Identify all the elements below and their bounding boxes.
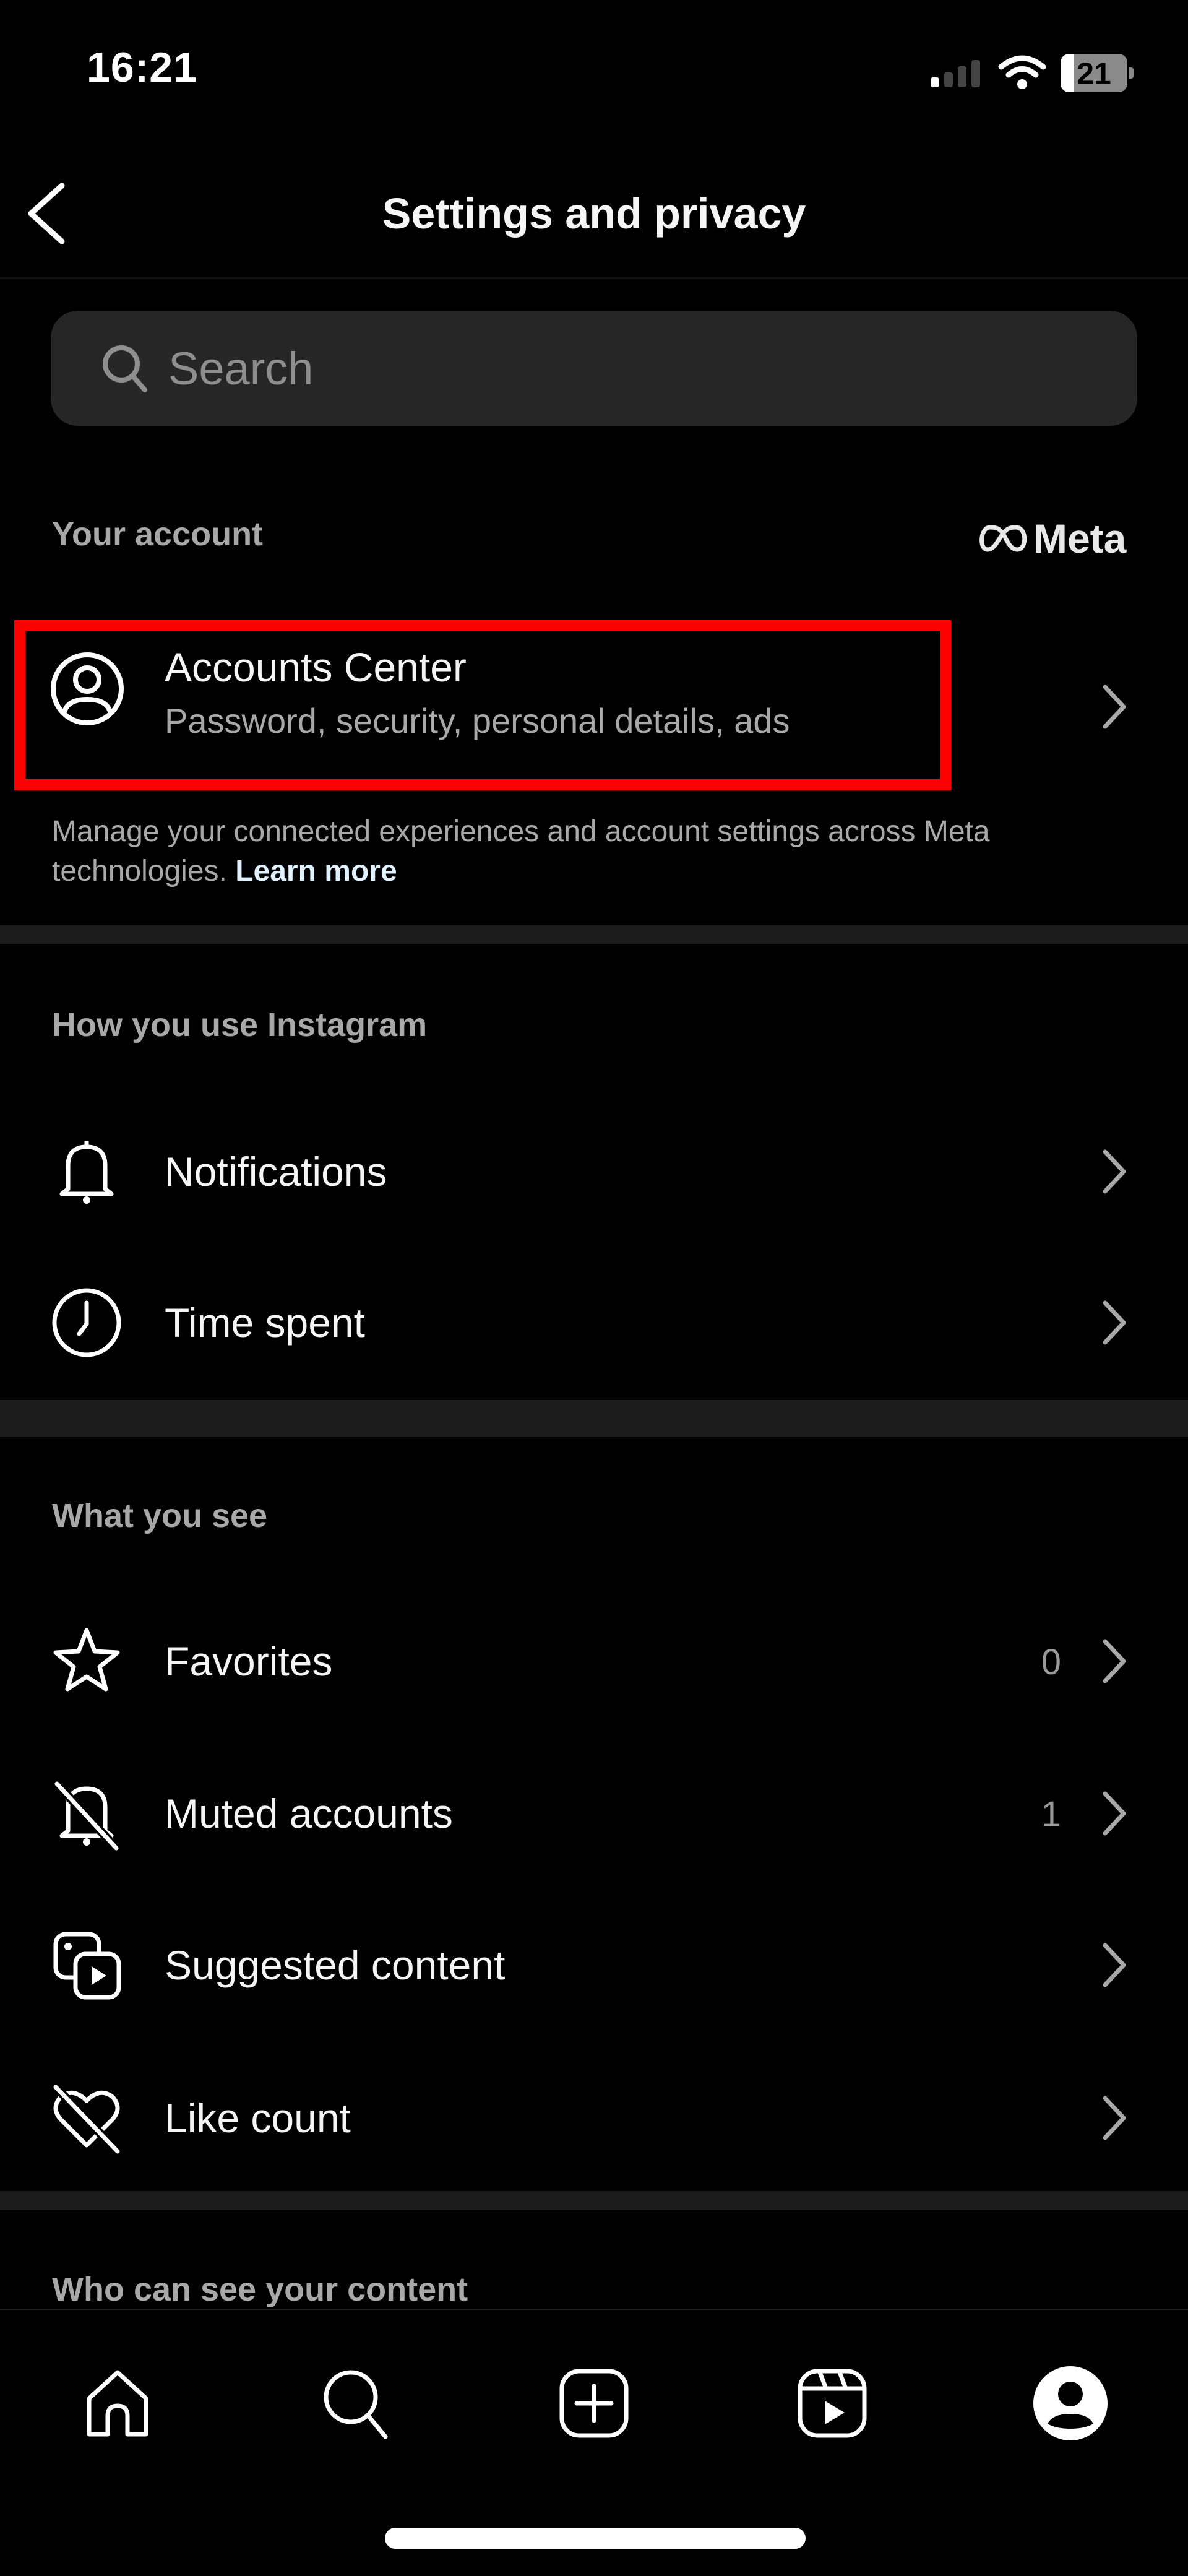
chevron-right-icon [1103, 1639, 1126, 1683]
bell-icon [59, 1141, 114, 1204]
chevron-right-icon [1103, 1149, 1126, 1194]
search-icon [103, 345, 147, 392]
star-icon [53, 1628, 120, 1692]
helper-text: Manage your connected experiences and ac… [52, 815, 990, 888]
status-icons: 21 [928, 54, 1135, 92]
settings-row-notifications[interactable]: Notifications [0, 1110, 1188, 1234]
status-time: 16:21 [87, 44, 197, 91]
heart-off-icon [52, 2084, 121, 2155]
chevron-right-icon [1103, 1791, 1126, 1836]
meta-infinity-icon [979, 525, 1027, 552]
home-icon [87, 2370, 148, 2437]
meta-brand-text: Meta [1033, 516, 1127, 561]
chevron-right-icon [1103, 2096, 1126, 2140]
chevron-right-icon [1103, 685, 1126, 729]
settings-row-muted-accounts[interactable]: Muted accounts 1 [0, 1752, 1188, 1875]
row-label: Notifications [165, 1149, 387, 1195]
section-label-how-you-use: How you use Instagram [52, 1006, 428, 1044]
battery-level: 21 [1077, 56, 1111, 91]
row-label: Favorites [165, 1638, 333, 1684]
battery-icon: 21 [1061, 54, 1135, 92]
accounts-center-subtitle: Password, security, personal details, ad… [165, 701, 790, 740]
meta-logo: Meta [976, 515, 1126, 562]
row-count: 0 [1041, 1642, 1061, 1682]
section-divider [0, 925, 1188, 944]
settings-row-like-count[interactable]: Like count [0, 2056, 1188, 2180]
settings-row-favorites[interactable]: Favorites 0 [0, 1599, 1188, 1723]
clock-icon [52, 1288, 121, 1357]
nav-reels[interactable] [786, 2357, 879, 2450]
signal-icon [931, 60, 980, 87]
reels-icon [798, 2369, 867, 2438]
section-label-who-can-see: Who can see your content [52, 2271, 468, 2308]
row-label: Suggested content [165, 1942, 506, 1988]
row-count: 1 [1041, 1794, 1061, 1835]
account-circle-icon [51, 652, 124, 725]
nav-profile[interactable] [1024, 2357, 1117, 2450]
accounts-center-helper: Manage your connected experiences and ac… [52, 812, 1104, 891]
section-divider [0, 1400, 1188, 1437]
settings-row-time-spent[interactable]: Time spent [0, 1261, 1188, 1385]
settings-row-suggested-content[interactable]: Suggested content [0, 1903, 1188, 2027]
chevron-right-icon [1103, 1943, 1126, 1987]
search-input[interactable] [167, 341, 1036, 395]
plus-square-icon [559, 2369, 629, 2438]
suggested-content-icon [53, 1932, 121, 2000]
row-label: Time spent [165, 1300, 366, 1346]
page-title: Settings and privacy [382, 189, 806, 238]
learn-more-link[interactable]: Learn more [235, 855, 397, 888]
nav-home[interactable] [71, 2357, 164, 2450]
search-bar[interactable] [51, 311, 1137, 426]
search-icon [324, 2370, 388, 2439]
header-divider [0, 277, 1188, 279]
nav-create[interactable] [548, 2357, 640, 2450]
bell-off-icon [53, 1781, 120, 1851]
wifi-icon [998, 55, 1046, 89]
accounts-center-title: Accounts Center [165, 644, 467, 690]
chevron-right-icon [1103, 1300, 1126, 1345]
section-divider [0, 2191, 1188, 2210]
section-label-your-account: Your account [52, 516, 264, 553]
profile-icon [1033, 2366, 1108, 2440]
row-label: Muted accounts [165, 1791, 453, 1836]
row-label: Like count [165, 2095, 351, 2141]
section-label-what-you-see: What you see [52, 1497, 268, 1534]
nav-search[interactable] [309, 2357, 402, 2450]
home-indicator[interactable] [385, 2528, 806, 2549]
